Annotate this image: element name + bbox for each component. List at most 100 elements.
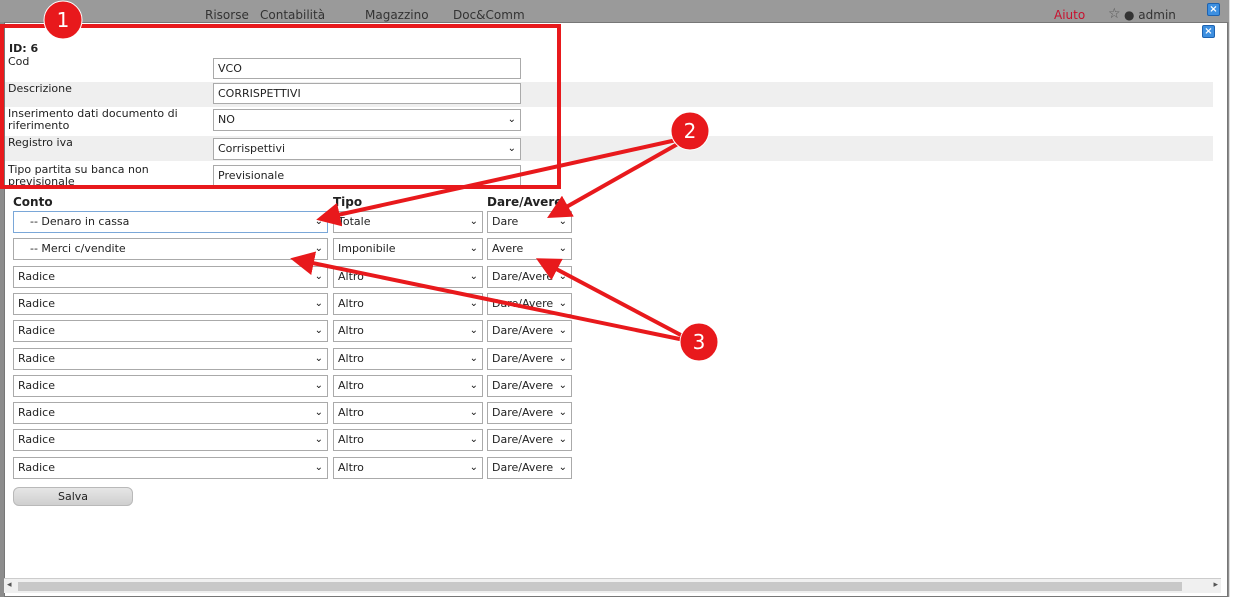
- chevron-down-icon: ⌄: [558, 325, 567, 336]
- chevron-down-icon: ⌄: [469, 380, 478, 391]
- dare-avere-select[interactable]: Dare/Avere ⌄: [487, 266, 572, 288]
- menu-magazzino[interactable]: Magazzino: [365, 8, 429, 22]
- tipo-select-value: Altro: [338, 297, 364, 310]
- tipo-select[interactable]: Altro ⌄: [333, 402, 483, 424]
- inserimento-label: Inserimento dati documento di riferiment…: [8, 107, 178, 132]
- chevron-down-icon: ⌄: [314, 298, 323, 309]
- tipo-select[interactable]: Altro ⌄: [333, 375, 483, 397]
- close-icon[interactable]: ×: [1207, 3, 1220, 16]
- col-header-dare-avere: Dare/Avere: [487, 195, 563, 209]
- chevron-down-icon: ⌄: [558, 353, 567, 364]
- tipo-select[interactable]: Altro ⌄: [333, 348, 483, 370]
- help-link[interactable]: Aiuto: [1054, 8, 1085, 22]
- conto-select[interactable]: Radice ⌄: [13, 375, 328, 397]
- tipo-select-value: Altro: [338, 270, 364, 283]
- dare-avere-select[interactable]: Dare ⌄: [487, 211, 572, 233]
- conto-select[interactable]: Radice ⌄: [13, 320, 328, 342]
- tipo-select[interactable]: Totale ⌄: [333, 211, 483, 233]
- chevron-down-icon: ⌄: [469, 243, 478, 254]
- dare-avere-select[interactable]: Dare/Avere ⌄: [487, 348, 572, 370]
- tipo-select[interactable]: Altro ⌄: [333, 320, 483, 342]
- dare-avere-select[interactable]: Dare/Avere ⌄: [487, 457, 572, 479]
- conto-select[interactable]: -- Denaro in cassa ⌄: [13, 211, 328, 233]
- tipo-select-value: Altro: [338, 324, 364, 337]
- conto-select-value: Radice: [18, 379, 55, 392]
- row-registro: Registro iva Corrispettivi ⌄: [5, 136, 1213, 161]
- chevron-down-icon: ⌄: [469, 353, 478, 364]
- dare-avere-select-value: Dare/Avere: [492, 297, 554, 310]
- chevron-down-icon: ⌄: [314, 353, 323, 364]
- descrizione-input[interactable]: CORRISPETTIVI: [213, 83, 521, 104]
- conto-select[interactable]: Radice ⌄: [13, 457, 328, 479]
- horizontal-scrollbar[interactable]: ◂ ▸: [4, 578, 1221, 593]
- conto-select-value: Radice: [18, 461, 55, 474]
- scrollbar-thumb[interactable]: [18, 582, 1182, 591]
- tipo-select-value: Altro: [338, 406, 364, 419]
- dare-avere-select[interactable]: Dare/Avere ⌄: [487, 402, 572, 424]
- chevron-down-icon: ⌄: [314, 434, 323, 445]
- cod-input[interactable]: VCO: [213, 58, 521, 79]
- registro-select[interactable]: Corrispettivi ⌄: [213, 138, 521, 160]
- chevron-down-icon: ⌄: [469, 462, 478, 473]
- dare-avere-select[interactable]: Avere ⌄: [487, 238, 572, 260]
- user-icon: ●: [1124, 8, 1139, 22]
- conto-select[interactable]: Radice ⌄: [13, 293, 328, 315]
- dare-avere-select[interactable]: Dare/Avere ⌄: [487, 429, 572, 451]
- chevron-down-icon: ⌄: [558, 243, 567, 254]
- tipo-select[interactable]: Altro ⌄: [333, 293, 483, 315]
- row-tipo-partita: Tipo partita su banca non previsionale P…: [5, 163, 1213, 189]
- tipo-partita-label: Tipo partita su banca non previsionale: [8, 164, 149, 188]
- chevron-down-icon: ⌄: [314, 380, 323, 391]
- user-menu[interactable]: ● admin: [1124, 8, 1176, 22]
- conto-select-value: Radice: [18, 324, 55, 337]
- chevron-down-icon: ⌄: [507, 143, 516, 154]
- row-inserimento: Inserimento dati documento di riferiment…: [5, 107, 1213, 135]
- tipo-select[interactable]: Altro ⌄: [333, 266, 483, 288]
- record-id: ID: 6: [9, 42, 39, 55]
- chevron-down-icon: ⌄: [314, 462, 323, 473]
- menu-doccomm[interactable]: Doc&Comm: [453, 8, 525, 22]
- conto-select[interactable]: Radice ⌄: [13, 402, 328, 424]
- descrizione-label: Descrizione: [8, 82, 72, 95]
- scroll-left-icon[interactable]: ◂: [7, 580, 12, 590]
- chevron-down-icon: ⌄: [558, 434, 567, 445]
- chevron-down-icon: ⌄: [469, 216, 478, 227]
- registro-label: Registro iva: [8, 136, 73, 149]
- dare-avere-select-value: Avere: [492, 242, 524, 255]
- conto-select[interactable]: Radice ⌄: [13, 348, 328, 370]
- chevron-down-icon: ⌄: [507, 170, 516, 181]
- dare-avere-select[interactable]: Dare/Avere ⌄: [487, 375, 572, 397]
- row-cod: Cod VCO: [5, 55, 1213, 80]
- chevron-down-icon: ⌄: [314, 216, 323, 227]
- background-topbar: Risorse Contabilità Magazzino Doc&Comm A…: [0, 0, 1242, 22]
- chevron-down-icon: ⌄: [469, 325, 478, 336]
- conto-select-value: -- Denaro in cassa: [30, 215, 130, 228]
- menu-risorse[interactable]: Risorse: [205, 8, 249, 22]
- dare-avere-select-value: Dare: [492, 215, 519, 228]
- tipo-select[interactable]: Altro ⌄: [333, 457, 483, 479]
- inserimento-select[interactable]: NO ⌄: [213, 109, 521, 131]
- conto-select[interactable]: Radice ⌄: [13, 266, 328, 288]
- conto-select[interactable]: -- Merci c/vendite ⌄: [13, 238, 328, 260]
- chevron-down-icon: ⌄: [314, 271, 323, 282]
- tipo-partita-select[interactable]: Previsionale ⌄: [213, 165, 521, 187]
- chevron-down-icon: ⌄: [558, 462, 567, 473]
- close-icon[interactable]: ×: [1202, 25, 1215, 38]
- conto-select-value: -- Merci c/vendite: [30, 242, 126, 255]
- tipo-select[interactable]: Imponibile ⌄: [333, 238, 483, 260]
- vertical-scrollbar[interactable]: [1229, 0, 1242, 597]
- col-header-tipo: Tipo: [333, 195, 363, 209]
- scroll-right-icon[interactable]: ▸: [1213, 580, 1218, 590]
- menu-contabilita[interactable]: Contabilità: [260, 8, 325, 22]
- save-button[interactable]: Salva: [13, 487, 133, 506]
- star-icon[interactable]: ☆: [1108, 6, 1121, 22]
- dare-avere-select[interactable]: Dare/Avere ⌄: [487, 293, 572, 315]
- dare-avere-select-value: Dare/Avere: [492, 379, 554, 392]
- tipo-select[interactable]: Altro ⌄: [333, 429, 483, 451]
- user-name: admin: [1138, 8, 1176, 22]
- chevron-down-icon: ⌄: [314, 407, 323, 418]
- dare-avere-select-value: Dare/Avere: [492, 324, 554, 337]
- chevron-down-icon: ⌄: [558, 407, 567, 418]
- conto-select[interactable]: Radice ⌄: [13, 429, 328, 451]
- dare-avere-select[interactable]: Dare/Avere ⌄: [487, 320, 572, 342]
